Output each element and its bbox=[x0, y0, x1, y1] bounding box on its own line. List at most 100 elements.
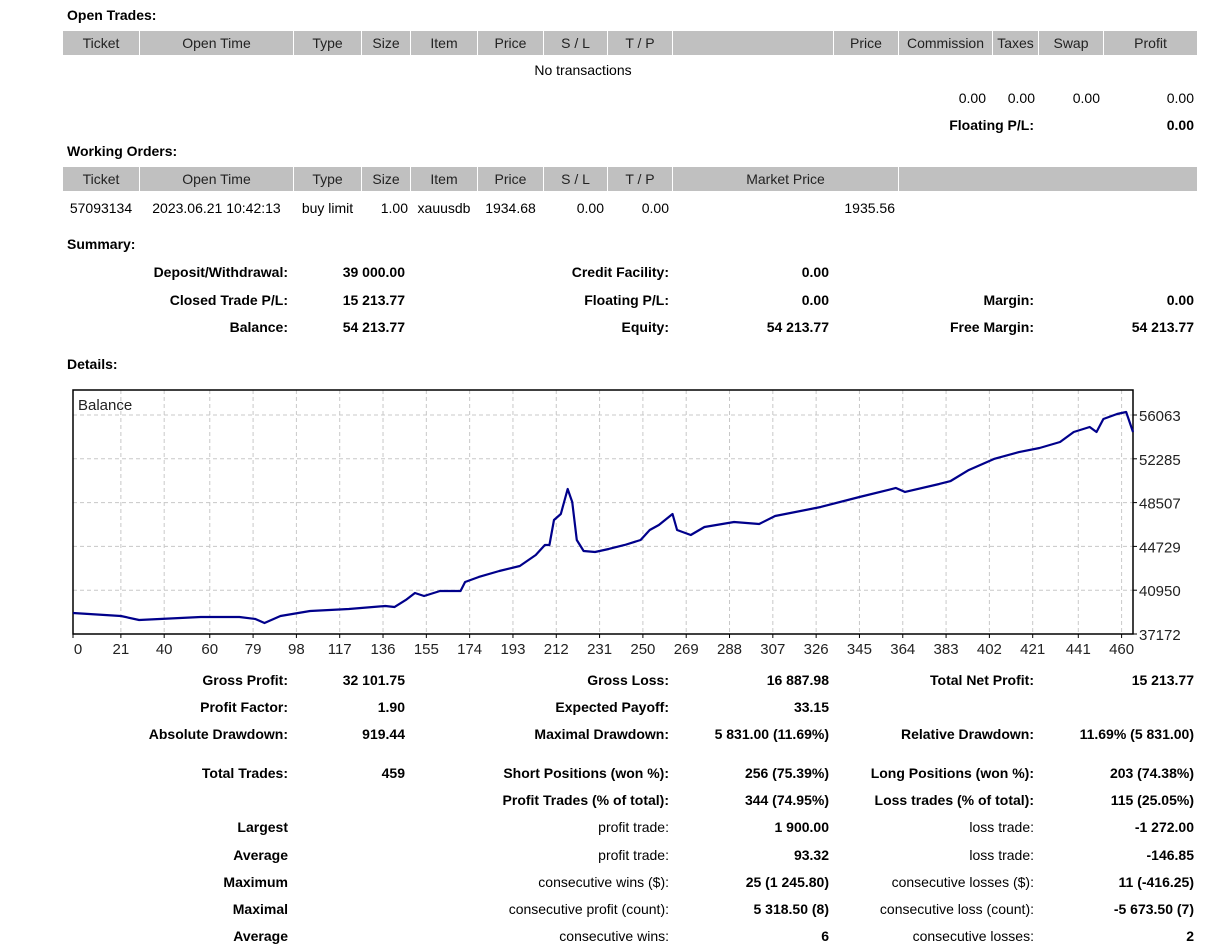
details-label: Long Positions (won %): bbox=[870, 765, 1034, 781]
details-label: Profit Trades (% of total): bbox=[502, 792, 669, 808]
working-orders-title: Working Orders: bbox=[67, 143, 178, 159]
open-trades-column-header: Type bbox=[294, 31, 361, 55]
details-value: 33.15 bbox=[793, 699, 829, 715]
floating-pl-value: 0.00 bbox=[1166, 117, 1194, 133]
working-order-cell: 1935.56 bbox=[844, 200, 895, 216]
details-label: Profit Factor: bbox=[200, 699, 288, 715]
details-value: 256 (75.39%) bbox=[744, 765, 829, 781]
x-tick-label: 212 bbox=[544, 641, 569, 658]
y-tick-label: 56063 bbox=[1139, 408, 1181, 425]
details-value: 919.44 bbox=[362, 726, 405, 742]
open-trades-column-header bbox=[673, 31, 833, 55]
summary-value: 15 213.77 bbox=[342, 292, 405, 308]
details-label: Maximal Drawdown: bbox=[534, 726, 669, 742]
working-order-cell: 0.00 bbox=[576, 200, 604, 216]
details-value: 6 bbox=[821, 928, 829, 944]
details-label: Average bbox=[233, 928, 288, 944]
open-trades-column-header: Commission bbox=[899, 31, 992, 55]
details-value: -5 673.50 (7) bbox=[1113, 901, 1194, 917]
working-orders-column-header: T / P bbox=[608, 167, 672, 191]
open-trades-column-header: S / L bbox=[544, 31, 607, 55]
details-label: consecutive loss (count): bbox=[879, 901, 1034, 917]
x-tick-label: 155 bbox=[414, 641, 439, 658]
details-value: 2 bbox=[1186, 928, 1194, 944]
details-value: 5 318.50 (8) bbox=[753, 901, 830, 917]
x-tick-label: 193 bbox=[500, 641, 525, 658]
details-value: 115 (25.05%) bbox=[1110, 792, 1194, 808]
plot-area bbox=[73, 390, 1133, 634]
details-title: Details: bbox=[67, 356, 118, 372]
details-value: -146.85 bbox=[1146, 847, 1194, 863]
working-orders-column-header: Ticket bbox=[63, 167, 139, 191]
summary-label: Free Margin: bbox=[949, 319, 1034, 335]
details-label: Total Net Profit: bbox=[930, 672, 1034, 688]
details-value: 459 bbox=[381, 765, 405, 781]
working-order-cell: xauusdb bbox=[417, 200, 471, 216]
working-orders-column-header: Size bbox=[362, 167, 410, 191]
open-trades-total-swap: 0.00 bbox=[1072, 90, 1100, 106]
details-value: -1 272.00 bbox=[1134, 819, 1194, 835]
details-label: Maximum bbox=[223, 874, 288, 890]
details-label: loss trade: bbox=[969, 819, 1034, 835]
summary-label: Deposit/Withdrawal: bbox=[153, 264, 288, 280]
working-order-cell: 0.00 bbox=[641, 200, 669, 216]
x-tick-label: 136 bbox=[371, 641, 396, 658]
x-tick-label: 364 bbox=[890, 641, 915, 658]
x-tick-label: 383 bbox=[934, 641, 959, 658]
x-tick-label: 421 bbox=[1020, 641, 1045, 658]
x-tick-label: 0 bbox=[74, 641, 82, 658]
details-label: Largest bbox=[237, 819, 288, 835]
y-tick-label: 40950 bbox=[1139, 583, 1181, 600]
summary-label: Credit Facility: bbox=[571, 264, 669, 280]
working-order-cell: 1934.68 bbox=[485, 200, 536, 216]
floating-pl-label: Floating P/L: bbox=[949, 117, 1034, 133]
x-tick-label: 288 bbox=[717, 641, 742, 658]
x-tick-label: 307 bbox=[760, 641, 785, 658]
details-value: 344 (74.95%) bbox=[744, 792, 829, 808]
details-value: 1 900.00 bbox=[774, 819, 830, 835]
open-trades-column-header: Price bbox=[834, 31, 898, 55]
chart-title: Balance bbox=[78, 397, 132, 414]
open-trades-title: Open Trades: bbox=[67, 7, 157, 23]
working-order-cell: 2023.06.21 10:42:13 bbox=[152, 200, 281, 216]
details-label: consecutive wins ($): bbox=[538, 874, 669, 890]
working-order-cell: 1.00 bbox=[380, 200, 408, 216]
open-trades-total-commission: 0.00 bbox=[958, 90, 986, 106]
details-value: 203 (74.38%) bbox=[1109, 765, 1194, 781]
balance-chart: 37172 40950 44729 48507 52285 56063 0 21 40 60 79 9… bbox=[72, 389, 1181, 658]
details-label: consecutive losses ($): bbox=[891, 874, 1034, 890]
x-tick-label: 269 bbox=[674, 641, 699, 658]
summary-title: Summary: bbox=[67, 236, 136, 252]
open-trades-column-header: Item bbox=[411, 31, 477, 55]
x-tick-label: 326 bbox=[804, 641, 829, 658]
details-value: 1.90 bbox=[377, 699, 405, 715]
x-tick-label: 79 bbox=[245, 641, 262, 658]
details-label: consecutive losses: bbox=[912, 928, 1034, 944]
details-label: Absolute Drawdown: bbox=[148, 726, 288, 742]
working-orders-column-header: Open Time bbox=[140, 167, 293, 191]
y-tick-label: 44729 bbox=[1139, 539, 1181, 556]
details-value: 16 887.98 bbox=[766, 672, 829, 688]
details-value: 5 831.00 (11.69%) bbox=[714, 726, 829, 742]
summary-value: 0.00 bbox=[1166, 292, 1194, 308]
x-tick-label: 117 bbox=[328, 641, 352, 658]
details-label: profit trade: bbox=[598, 847, 669, 863]
open-trades-column-header: Size bbox=[362, 31, 410, 55]
details-value: 11.69% (5 831.00) bbox=[1079, 726, 1194, 742]
summary-value: 54 213.77 bbox=[342, 319, 405, 335]
x-tick-label: 60 bbox=[201, 641, 218, 658]
details-value: 11 (-416.25) bbox=[1118, 874, 1195, 890]
summary-label: Margin: bbox=[983, 292, 1034, 308]
summary-label: Balance: bbox=[229, 319, 288, 335]
open-trades-column-header: Price bbox=[478, 31, 543, 55]
working-orders-column-header: Type bbox=[294, 167, 361, 191]
details-label: consecutive profit (count): bbox=[508, 901, 669, 917]
summary-value: 54 213.77 bbox=[766, 319, 829, 335]
y-tick-label: 48507 bbox=[1139, 496, 1181, 513]
x-tick-label: 174 bbox=[457, 641, 482, 658]
open-trades-total-profit: 0.00 bbox=[1166, 90, 1194, 106]
details-label: Gross Profit: bbox=[202, 672, 288, 688]
details-value: 32 101.75 bbox=[342, 672, 405, 688]
working-orders-column-header: S / L bbox=[544, 167, 607, 191]
x-tick-label: 250 bbox=[630, 641, 655, 658]
